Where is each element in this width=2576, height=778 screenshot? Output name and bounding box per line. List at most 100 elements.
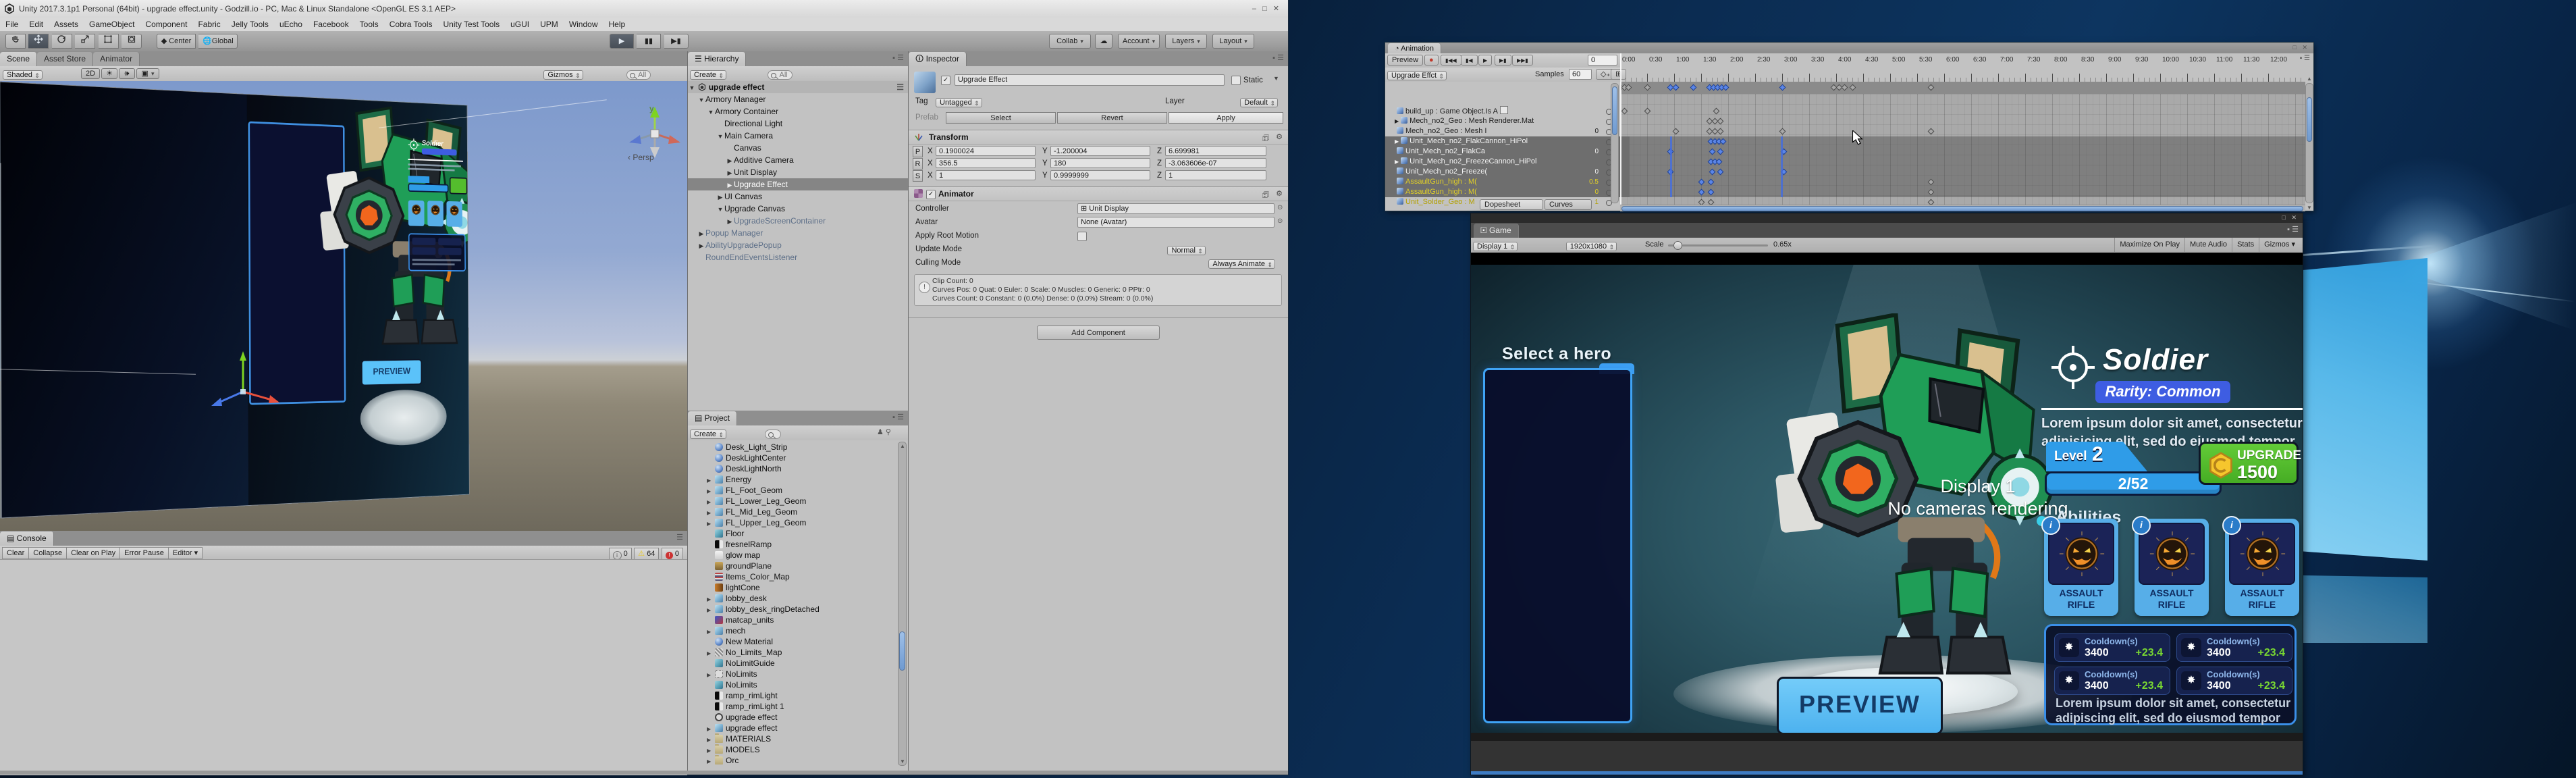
layer-dropdown[interactable]: Default [1240, 98, 1278, 107]
animation-timeline-ruler[interactable]: 0:000:301:001:302:002:303:003:304:004:30… [1620, 53, 2305, 82]
scale-tool-icon[interactable] [75, 34, 95, 49]
maximize-icon[interactable]: □ [2293, 44, 2299, 51]
project-item-lobby_desk_ringdetached[interactable]: ▶lobby_desk_ringDetached [688, 604, 908, 615]
menu-tools[interactable]: Tools [354, 18, 384, 31]
keyframe[interactable] [1673, 84, 1680, 91]
frame-field[interactable]: 0 [1588, 55, 1617, 66]
animation-track-6[interactable]: Unit_Mech_no2_Freeze(0 [1385, 167, 1630, 177]
expand-arrow-icon[interactable]: ▶ [726, 215, 734, 227]
project-scrollbar-thumb[interactable] [899, 631, 905, 671]
expand-arrow-icon[interactable]: ▶ [1395, 138, 1399, 145]
reference-doc-icon[interactable]: 🗊 [1262, 132, 1269, 145]
project-item-glow-map[interactable]: glow map [688, 550, 908, 561]
keyframe[interactable] [1626, 84, 1632, 91]
avatar-field[interactable]: None (Avatar) [1077, 217, 1274, 228]
track-value[interactable]: 1 [1594, 197, 1599, 207]
keyframe[interactable] [1928, 128, 1935, 135]
animation-track-4[interactable]: Unit_Mech_no2_FlakCa0 [1385, 147, 1630, 157]
project-item-fl_foot_geom[interactable]: ▶FL_Foot_Geom [688, 485, 908, 496]
project-item-lobby_desk[interactable]: ▶lobby_desk [688, 593, 908, 604]
upgrade-button[interactable]: UPGRADE 1500 [2199, 442, 2299, 485]
track-value[interactable]: 0 [1594, 187, 1599, 197]
playhead[interactable] [1620, 53, 1621, 205]
preview-toggle[interactable]: Preview [1387, 55, 1423, 66]
animator-header[interactable]: ✓ Animator 🗊 ⚙ [909, 186, 1288, 201]
expand-arrow-icon[interactable]: ▶ [707, 670, 715, 679]
project-item-floor[interactable]: Floor [688, 528, 908, 539]
menu-gameobject[interactable]: GameObject [84, 18, 140, 31]
maximize-icon[interactable]: □ [1262, 5, 1269, 13]
project-item-fl_upper_leg_geom[interactable]: ▶FL_Upper_Leg_Geom [688, 517, 908, 528]
close-icon[interactable]: ✕ [1273, 5, 1281, 13]
animation-track-7[interactable]: AssaultGun_high : M(0.5 [1385, 177, 1630, 187]
prefab-apply-button[interactable]: Apply [1169, 112, 1283, 124]
menu-window[interactable]: Window [564, 18, 603, 31]
layers-dropdown[interactable]: Layers [1165, 34, 1207, 49]
tab-animation[interactable]: ◔ Animation [1388, 43, 1441, 54]
project-item-ramp_rimlight-1[interactable]: ramp_rimLight 1 [688, 701, 908, 712]
expand-arrow-icon[interactable]: ▼ [697, 94, 705, 105]
console-error-pause-button[interactable]: Error Pause [119, 547, 169, 559]
scale-x-field[interactable]: 1 [936, 170, 1036, 180]
reference-doc-icon[interactable]: 🗊 [1262, 189, 1269, 202]
hierarchy-scene-row[interactable]: ▼ upgrade effect ☰ [688, 81, 908, 93]
game-mute-audio-button[interactable]: Mute Audio [2184, 238, 2232, 252]
project-scrollbar[interactable]: ▲ ▼ [898, 442, 907, 766]
hierarchy-item-roundendeventslistener[interactable]: RoundEndEventsListener [688, 251, 908, 263]
update-mode-dropdown[interactable]: Normal [1167, 246, 1205, 255]
play-button[interactable]: ▶ [610, 34, 634, 49]
p ause-button[interactable]: ▮▮ [637, 34, 661, 49]
title-bar[interactable]: Unity 2017.3.1p1 Personal (64bit) - upgr… [0, 0, 1288, 18]
project-item-mech[interactable]: ▶mech [688, 625, 908, 636]
error-count[interactable]: ! 0 [662, 548, 683, 560]
console-clear-on-play-button[interactable]: Clear on Play [66, 547, 120, 559]
tracklist-scrollbar[interactable] [1611, 83, 1619, 203]
window-controls[interactable]: □ ✕ [2293, 44, 2310, 51]
expand-arrow-icon[interactable]: ▶ [707, 497, 715, 507]
console-log-area[interactable] [0, 559, 687, 775]
game-render-area[interactable]: Select a hero Display 1 No cameras rende… [1471, 265, 2303, 733]
expand-arrow-icon[interactable]: ▶ [707, 486, 715, 496]
tab-inspector[interactable]: 🛈 Inspector [909, 52, 967, 66]
name-field[interactable]: Upgrade Effect [955, 74, 1225, 86]
ability-card-1[interactable]: iASSAULTRIFLE [2044, 519, 2118, 616]
move-gizmo[interactable] [203, 344, 290, 432]
curves-tab[interactable]: Curves [1545, 199, 1592, 210]
animation-dopesheet-grid[interactable] [1620, 94, 2305, 205]
tab-project[interactable]: ▤ Project [688, 411, 737, 425]
console-editor-button[interactable]: Editor ▾ [168, 547, 203, 559]
expand-arrow-icon[interactable]: ▶ [726, 179, 734, 190]
project-item-upgrade-effect[interactable]: upgrade effect [688, 712, 908, 723]
scene-search-input[interactable]: All [626, 70, 651, 80]
animation-track-5[interactable]: ▶Unit_Mech_no2_FreezeCannon_HiPol [1385, 157, 1630, 167]
animation-track-3[interactable]: ▶Unit_Mech_no2_FlakCannon_HiPol [1385, 136, 1630, 147]
keyframe[interactable] [1928, 84, 1935, 91]
window-resize-strip[interactable] [0, 771, 1288, 775]
project-item-fresnelramp[interactable]: fresnelRamp [688, 539, 908, 550]
2d-toggle[interactable]: 2D [81, 68, 100, 79]
static-dropdown-icon[interactable]: ▼ [1273, 75, 1279, 82]
tag-dropdown[interactable]: Untagged [936, 98, 982, 107]
keyframe[interactable] [1644, 84, 1651, 91]
keyframe-range-bar[interactable] [1670, 136, 1672, 197]
project-item-models[interactable]: ▶MODELS [688, 744, 908, 755]
animation-summary-track[interactable] [1620, 82, 2305, 95]
keyframe[interactable] [1779, 128, 1786, 135]
animator-enabled-checkbox[interactable]: ✓ [926, 190, 936, 199]
record-button[interactable]: ● [1424, 55, 1439, 66]
expand-arrow-icon[interactable]: ▶ [707, 627, 715, 636]
keyframe-range-bar[interactable] [1781, 136, 1783, 197]
track-value[interactable]: 0.5 [1589, 177, 1599, 187]
culling-mode-dropdown[interactable]: Always Animate [1208, 259, 1275, 269]
pos-x-field[interactable]: 0.1900024 [936, 146, 1036, 156]
hierarchy-search-input[interactable]: All [768, 70, 792, 80]
play-anim-button[interactable]: ▶ [1478, 55, 1492, 66]
console-clear-button[interactable]: Clear [2, 547, 29, 559]
console-collapse-button[interactable]: Collapse [28, 547, 67, 559]
game-maximize-on-play-button[interactable]: Maximize On Play [2114, 238, 2184, 252]
rot-y-field[interactable]: 180 [1050, 158, 1150, 168]
hierarchy-item-armory-container[interactable]: ▼Armory Container [688, 105, 908, 118]
scale-y-field[interactable]: 0.9999999 [1050, 170, 1150, 180]
close-icon[interactable]: ✕ [2302, 44, 2309, 51]
close-icon[interactable]: ✕ [2291, 214, 2299, 221]
